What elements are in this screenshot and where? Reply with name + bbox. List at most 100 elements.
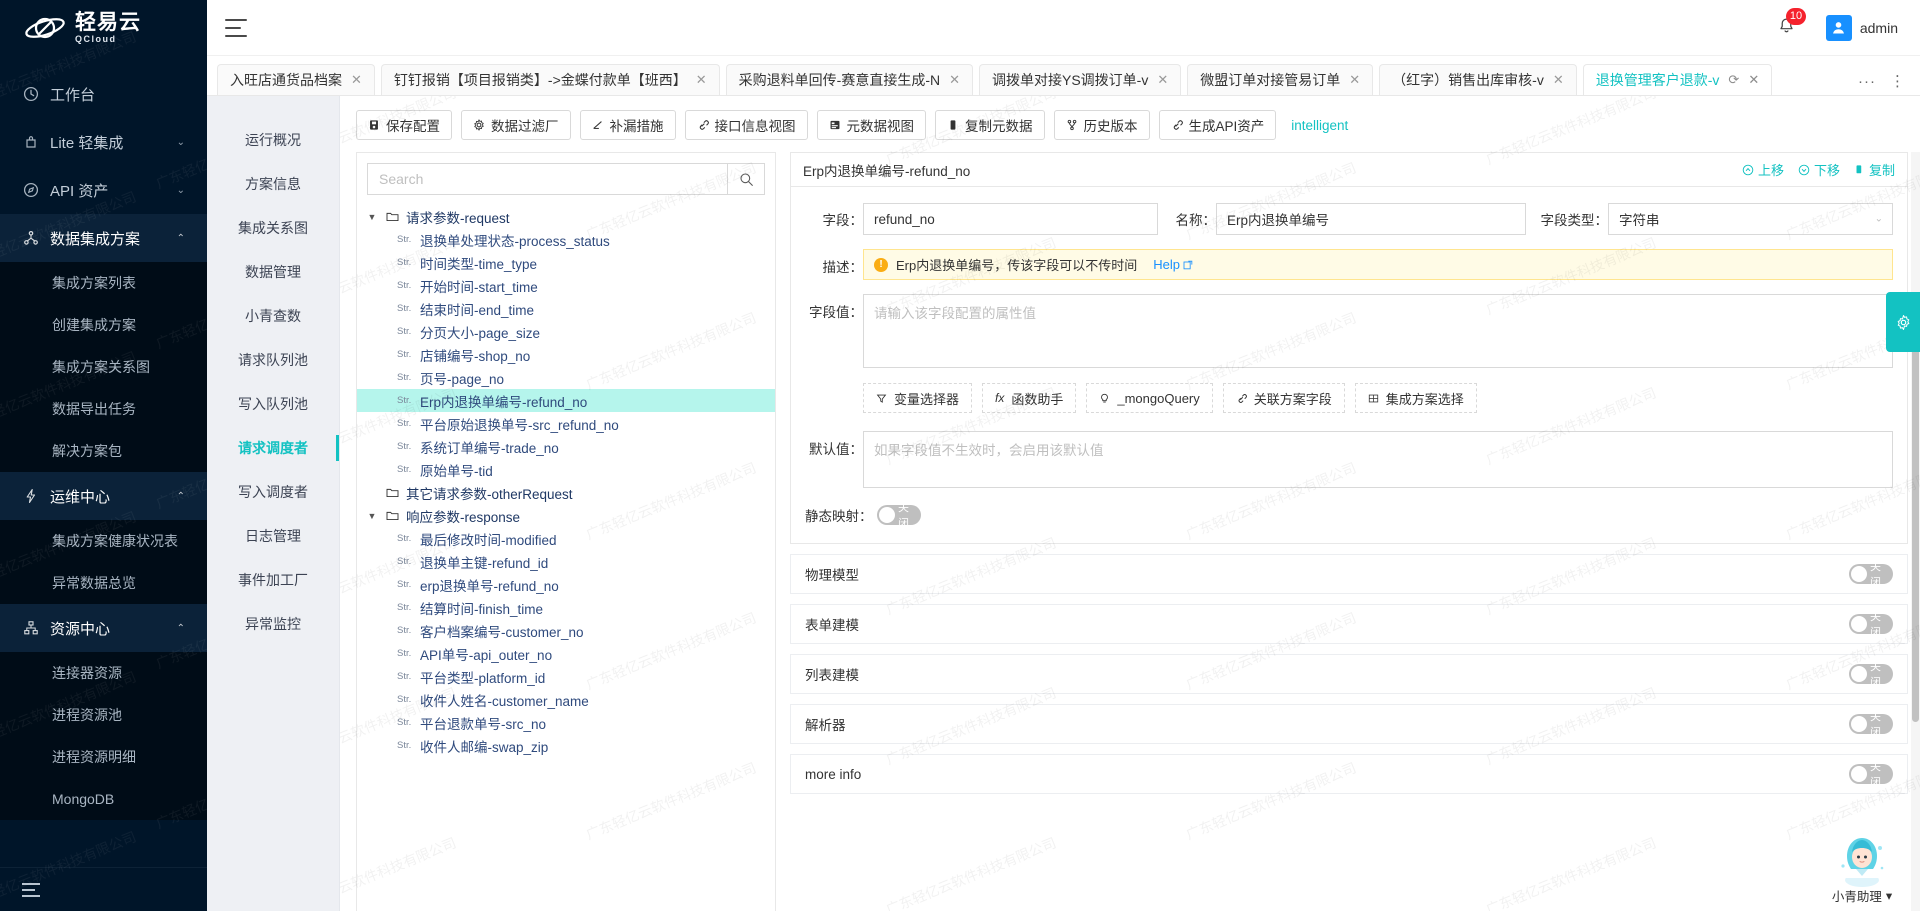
field-name-input[interactable] <box>1216 203 1526 235</box>
toolbar-button-patch[interactable]: 补漏措施 <box>579 110 676 140</box>
move-down-button[interactable]: 下移 <box>1798 160 1840 179</box>
tree-leaf-node[interactable]: Str. 页号-page_no <box>357 366 775 389</box>
tab-item[interactable]: 调拨单对接YS调拨订单-v ✕ <box>979 64 1182 95</box>
subnav-item[interactable]: 运行概况 <box>207 118 339 162</box>
subnav-item[interactable]: 写入队列池 <box>207 382 339 426</box>
model-section-row[interactable]: 表单建模 关闭 <box>790 604 1908 644</box>
tab-item[interactable]: 入旺店通货品档案 ✕ <box>217 64 375 95</box>
help-link[interactable]: Help <box>1153 257 1193 272</box>
tree-folder-node[interactable]: ▼ 响应参数-response <box>357 504 775 527</box>
tree-leaf-node[interactable]: Str. 退换单主键-refund_id <box>357 550 775 573</box>
brand-logo[interactable]: 轻易云 QCloud <box>0 0 207 56</box>
toolbar-button-filter-gear[interactable]: 数据过滤厂 <box>461 110 571 140</box>
field-type-select[interactable] <box>1608 203 1893 235</box>
tab-item[interactable]: （红字）销售出库审核-v ✕ <box>1379 64 1577 95</box>
subnav-item[interactable]: 异常监控 <box>207 602 339 646</box>
tree-leaf-node[interactable]: Str. 收件人姓名-customer_name <box>357 688 775 711</box>
subnav-item[interactable]: 小青查数 <box>207 294 339 338</box>
field-value-textarea[interactable] <box>863 294 1893 368</box>
toolbar-button-api-asset[interactable]: 生成API资产 <box>1158 110 1277 140</box>
sidebar-item-data-integration[interactable]: 数据集成方案 ⌃ <box>0 214 207 262</box>
tree-leaf-node[interactable]: Str. 结算时间-finish_time <box>357 596 775 619</box>
sidebar-subitem-scheme-graph[interactable]: 集成方案关系图 <box>0 346 207 388</box>
chevron-down-icon[interactable]: ▼ <box>365 212 379 222</box>
model-section-switch[interactable]: 关闭 <box>1849 661 1893 689</box>
sidebar-item-api[interactable]: API 资产 ⌄ <box>0 166 207 214</box>
tab-close-icon[interactable]: ✕ <box>351 72 362 88</box>
sidebar-item-lite[interactable]: Lite 轻集成 ⌄ <box>0 118 207 166</box>
tree-leaf-node[interactable]: Str. API单号-api_outer_no <box>357 642 775 665</box>
tree-leaf-node[interactable]: Str. 平台类型-platform_id <box>357 665 775 688</box>
tabbar-menu-icon[interactable]: ⋮ <box>1890 72 1906 90</box>
sidebar-subitem-scheme-list[interactable]: 集成方案列表 <box>0 262 207 304</box>
tree-leaf-node[interactable]: Str. 结束时间-end_time <box>357 297 775 320</box>
model-section-switch[interactable]: 关闭 <box>1849 561 1893 589</box>
model-section-row[interactable]: 物理模型 关闭 <box>790 554 1908 594</box>
toolbar-button-branch[interactable]: 历史版本 <box>1053 110 1150 140</box>
model-section-switch[interactable]: 关闭 <box>1849 611 1893 639</box>
tree-leaf-node[interactable]: Str. 最后修改时间-modified <box>357 527 775 550</box>
tree-leaf-node[interactable]: Str. 系统订单编号-trade_no <box>357 435 775 458</box>
tree-leaf-node[interactable]: Str. 时间类型-time_type <box>357 251 775 274</box>
tab-item[interactable]: 退换管理客户退款-v ⟳ ✕ <box>1582 64 1773 95</box>
tree-leaf-node[interactable]: Str. erp退换单号-refund_no <box>357 573 775 596</box>
model-section-row[interactable]: 解析器 关闭 <box>790 704 1908 744</box>
subnav-item[interactable]: 方案信息 <box>207 162 339 206</box>
tree-leaf-node[interactable]: Str. 分页大小-page_size <box>357 320 775 343</box>
toolbar-button-save[interactable]: 保存配置 <box>356 110 452 140</box>
subnav-item[interactable]: 事件加工厂 <box>207 558 339 602</box>
sidebar-item-workbench[interactable]: 工作台 <box>0 70 207 118</box>
default-value-textarea[interactable] <box>863 431 1893 488</box>
tree-leaf-node[interactable]: Str. 开始时间-start_time <box>357 274 775 297</box>
tab-item[interactable]: 微盟订单对接管易订单 ✕ <box>1187 64 1374 95</box>
tree-leaf-node[interactable]: Str. 客户档案编号-customer_no <box>357 619 775 642</box>
subnav-item[interactable]: 日志管理 <box>207 514 339 558</box>
field-code-input[interactable] <box>863 203 1158 235</box>
tree-leaf-node[interactable]: Str. 退换单处理状态-process_status <box>357 228 775 251</box>
intelligent-link[interactable]: intelligent <box>1291 118 1348 133</box>
static-map-switch[interactable]: 关闭 <box>877 502 921 530</box>
sidebar-subitem-scheme-health[interactable]: 集成方案健康状况表 <box>0 520 207 562</box>
sidebar-toggle-icon[interactable] <box>225 18 247 37</box>
notifications-button[interactable]: 10 <box>1777 7 1807 39</box>
detail-scrollbar[interactable] <box>1911 152 1920 911</box>
tab-item[interactable]: 钉钉报销【项目报销类】->金蝶付款单【班西】 ✕ <box>380 64 720 95</box>
subnav-item[interactable]: 写入调度者 <box>207 470 339 514</box>
tree-folder-node[interactable]: ▼ 请求参数-request <box>357 205 775 228</box>
tab-close-icon[interactable]: ✕ <box>696 72 707 88</box>
sidebar-subitem-export-task[interactable]: 数据导出任务 <box>0 388 207 430</box>
user-menu[interactable]: admin <box>1825 14 1898 41</box>
sidebar-item-ops-center[interactable]: 运维中心 ⌃ <box>0 472 207 520</box>
field-helper-funnel[interactable]: 变量选择器 <box>863 383 973 413</box>
search-input[interactable] <box>367 163 727 195</box>
tab-refresh-icon[interactable]: ⟳ <box>1728 72 1739 88</box>
tree-leaf-node[interactable]: Str. 平台退款单号-src_no <box>357 711 775 734</box>
tab-close-icon[interactable]: ✕ <box>1748 72 1759 88</box>
sidebar-subitem-process-detail[interactable]: 进程资源明细 <box>0 736 207 778</box>
tree-leaf-node[interactable]: Str. Erp内退换单编号-refund_no <box>357 389 775 412</box>
tree-leaf-node[interactable]: Str. 原始单号-tid <box>357 458 775 481</box>
subnav-item[interactable]: 请求调度者 <box>207 426 339 470</box>
tabbar-more-icon[interactable]: ··· <box>1858 73 1876 90</box>
sidebar-subitem-create-scheme[interactable]: 创建集成方案 <box>0 304 207 346</box>
copy-field-button[interactable]: 复制 <box>1854 160 1895 179</box>
subnav-item[interactable]: 数据管理 <box>207 250 339 294</box>
sidebar-item-resource-center[interactable]: 资源中心 ⌃ <box>0 604 207 652</box>
sidebar-subitem-connector-resource[interactable]: 连接器资源 <box>0 652 207 694</box>
toolbar-button-meta[interactable]: 元数据视图 <box>816 110 926 140</box>
field-helper-bulb[interactable]: _mongoQuery <box>1086 383 1213 413</box>
subnav-item[interactable]: 请求队列池 <box>207 338 339 382</box>
tab-item[interactable]: 采购退料单回传-赛意直接生成-N ✕ <box>725 64 973 95</box>
field-helper-function[interactable]: fx 函数助手 <box>982 383 1077 413</box>
detail-scrollbar-thumb[interactable] <box>1912 302 1919 722</box>
sidebar-subitem-mongodb[interactable]: MongoDB <box>0 778 207 820</box>
search-button[interactable] <box>727 163 765 195</box>
chevron-down-icon[interactable]: ▼ <box>365 511 379 521</box>
move-up-button[interactable]: 上移 <box>1742 160 1784 179</box>
tab-close-icon[interactable]: ✕ <box>949 72 960 88</box>
sidebar-subitem-abnormal-data[interactable]: 异常数据总览 <box>0 562 207 604</box>
settings-drawer-handle[interactable] <box>1886 292 1920 352</box>
tree-leaf-node[interactable]: Str. 店铺编号-shop_no <box>357 343 775 366</box>
model-section-switch[interactable]: 关闭 <box>1849 761 1893 789</box>
field-helper-link[interactable]: 关联方案字段 <box>1222 383 1345 413</box>
